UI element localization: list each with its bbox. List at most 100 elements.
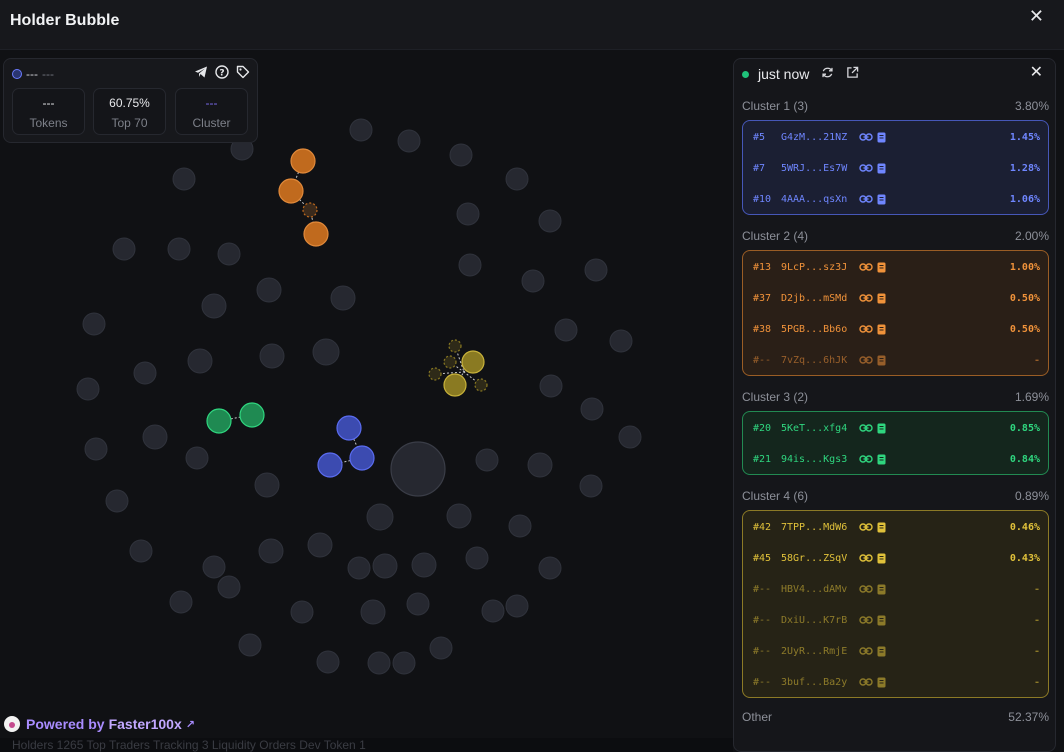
holder-row[interactable]: #7 5WRJ...Es7W 1.28% xyxy=(743,153,1048,183)
holder-bubble[interactable] xyxy=(580,397,604,421)
holder-address[interactable]: 5PGB...Bb6o xyxy=(781,324,859,335)
holder-bubble[interactable] xyxy=(554,318,578,342)
holder-bubble[interactable] xyxy=(187,348,213,374)
holder-bubble[interactable] xyxy=(169,590,193,614)
holder-row[interactable]: #13 9LcP...sz3J 1.00% xyxy=(743,252,1048,282)
help-icon[interactable]: ? xyxy=(214,64,230,80)
copy-icon[interactable] xyxy=(877,584,886,595)
holder-bubble[interactable] xyxy=(258,538,284,564)
holder-bubble[interactable] xyxy=(579,474,603,498)
link-icon[interactable] xyxy=(859,355,873,365)
bubble-map[interactable] xyxy=(0,50,730,752)
holder-bubble[interactable] xyxy=(167,237,191,261)
holder-bubble[interactable] xyxy=(505,167,529,191)
holder-address[interactable]: HBV4...dAMv xyxy=(781,584,859,595)
holder-bubble[interactable] xyxy=(366,503,394,531)
holder-bubble[interactable] xyxy=(82,312,106,336)
holder-bubble[interactable] xyxy=(290,600,314,624)
holder-bubble[interactable] xyxy=(481,599,505,623)
holder-bubble[interactable] xyxy=(411,552,437,578)
holder-bubble[interactable] xyxy=(521,269,545,293)
link-icon[interactable] xyxy=(859,163,873,173)
holder-row[interactable]: #45 58Gr...ZSqV 0.43% xyxy=(743,543,1048,573)
holder-bubble[interactable] xyxy=(349,118,373,142)
holder-row[interactable]: #-- 3buf...Ba2y - xyxy=(743,667,1048,697)
holder-address[interactable]: 58Gr...ZSqV xyxy=(781,553,859,564)
holder-row[interactable]: #-- 2UyR...RmjE - xyxy=(743,636,1048,666)
holder-bubble[interactable] xyxy=(538,209,562,233)
holder-bubble[interactable] xyxy=(406,592,430,616)
cluster-bubble[interactable] xyxy=(443,373,467,397)
holder-bubble[interactable] xyxy=(129,539,153,563)
cluster-bubble[interactable] xyxy=(303,221,329,247)
holder-bubble[interactable] xyxy=(217,242,241,266)
holder-bubble[interactable] xyxy=(429,636,453,660)
copy-icon[interactable] xyxy=(877,423,886,434)
cluster-bubble[interactable] xyxy=(278,178,304,204)
link-icon[interactable] xyxy=(859,423,873,433)
holder-address[interactable]: D2jb...mSMd xyxy=(781,293,859,304)
link-icon[interactable] xyxy=(859,584,873,594)
holder-row[interactable]: #-- HBV4...dAMv - xyxy=(743,574,1048,604)
link-icon[interactable] xyxy=(859,522,873,532)
copy-icon[interactable] xyxy=(877,522,886,533)
holder-bubble[interactable] xyxy=(618,425,642,449)
copy-icon[interactable] xyxy=(877,324,886,335)
copy-icon[interactable] xyxy=(877,293,886,304)
holder-bubble[interactable] xyxy=(259,343,285,369)
holder-bubble[interactable] xyxy=(456,202,480,226)
holder-bubble[interactable] xyxy=(307,532,333,558)
cluster-bubble[interactable] xyxy=(302,202,318,218)
holder-row[interactable]: #21 94is...Kgs3 0.84% xyxy=(743,444,1048,474)
holder-row[interactable]: #10 4AAA...qsXn 1.06% xyxy=(743,184,1048,214)
holder-bubble[interactable] xyxy=(330,285,356,311)
holder-row[interactable]: #5 G4zM...21NZ 1.45% xyxy=(743,122,1048,152)
holder-bubble[interactable] xyxy=(316,650,340,674)
telegram-icon[interactable] xyxy=(193,64,209,80)
holder-address[interactable]: 5KeT...xfg4 xyxy=(781,423,859,434)
holder-row[interactable]: #20 5KeT...xfg4 0.85% xyxy=(743,413,1048,443)
holder-address[interactable]: 2UyR...RmjE xyxy=(781,646,859,657)
cluster-bubble[interactable] xyxy=(443,355,457,369)
copy-icon[interactable] xyxy=(877,615,886,626)
holder-bubble[interactable] xyxy=(367,651,391,675)
holder-row[interactable]: #42 7TPP...MdW6 0.46% xyxy=(743,512,1048,542)
cluster-bubble[interactable] xyxy=(448,339,462,353)
holder-row[interactable]: #-- 7vZq...6hJK - xyxy=(743,345,1048,375)
holder-bubble[interactable] xyxy=(539,374,563,398)
refresh-icon[interactable] xyxy=(821,66,834,82)
holder-bubble[interactable] xyxy=(185,446,209,470)
close-icon[interactable]: ✕ xyxy=(1029,6,1044,27)
brand-link[interactable]: Faster100x xyxy=(109,716,182,732)
holder-address[interactable]: 5WRJ...Es7W xyxy=(781,163,859,174)
holder-bubble[interactable] xyxy=(392,651,416,675)
copy-icon[interactable] xyxy=(877,132,886,143)
holder-bubble[interactable] xyxy=(372,553,398,579)
holder-row[interactable]: #38 5PGB...Bb6o 0.50% xyxy=(743,314,1048,344)
external-link-icon[interactable] xyxy=(846,66,859,82)
powered-by-footer[interactable]: Powered by Faster100x ↗ xyxy=(4,716,195,732)
holder-bubble[interactable] xyxy=(584,258,608,282)
link-icon[interactable] xyxy=(859,262,873,272)
holder-bubble[interactable] xyxy=(347,556,371,580)
holder-bubble[interactable] xyxy=(527,452,553,478)
link-icon[interactable] xyxy=(859,615,873,625)
copy-icon[interactable] xyxy=(877,163,886,174)
holder-address[interactable]: 4AAA...qsXn xyxy=(781,194,859,205)
link-icon[interactable] xyxy=(859,677,873,687)
cluster-bubble[interactable] xyxy=(239,402,265,428)
holder-bubble[interactable] xyxy=(397,129,421,153)
link-icon[interactable] xyxy=(859,454,873,464)
copy-icon[interactable] xyxy=(877,262,886,273)
cluster-bubble[interactable] xyxy=(349,445,375,471)
cluster-bubble[interactable] xyxy=(474,378,488,392)
holder-address[interactable]: 7TPP...MdW6 xyxy=(781,522,859,533)
holder-bubble[interactable] xyxy=(458,253,482,277)
holder-bubble[interactable] xyxy=(105,489,129,513)
cluster-bubble[interactable] xyxy=(428,367,442,381)
panel-close-icon[interactable]: ✕ xyxy=(1030,62,1043,82)
link-icon[interactable] xyxy=(859,293,873,303)
link-icon[interactable] xyxy=(859,324,873,334)
cluster-bubble[interactable] xyxy=(317,452,343,478)
holder-bubble[interactable] xyxy=(505,594,529,618)
